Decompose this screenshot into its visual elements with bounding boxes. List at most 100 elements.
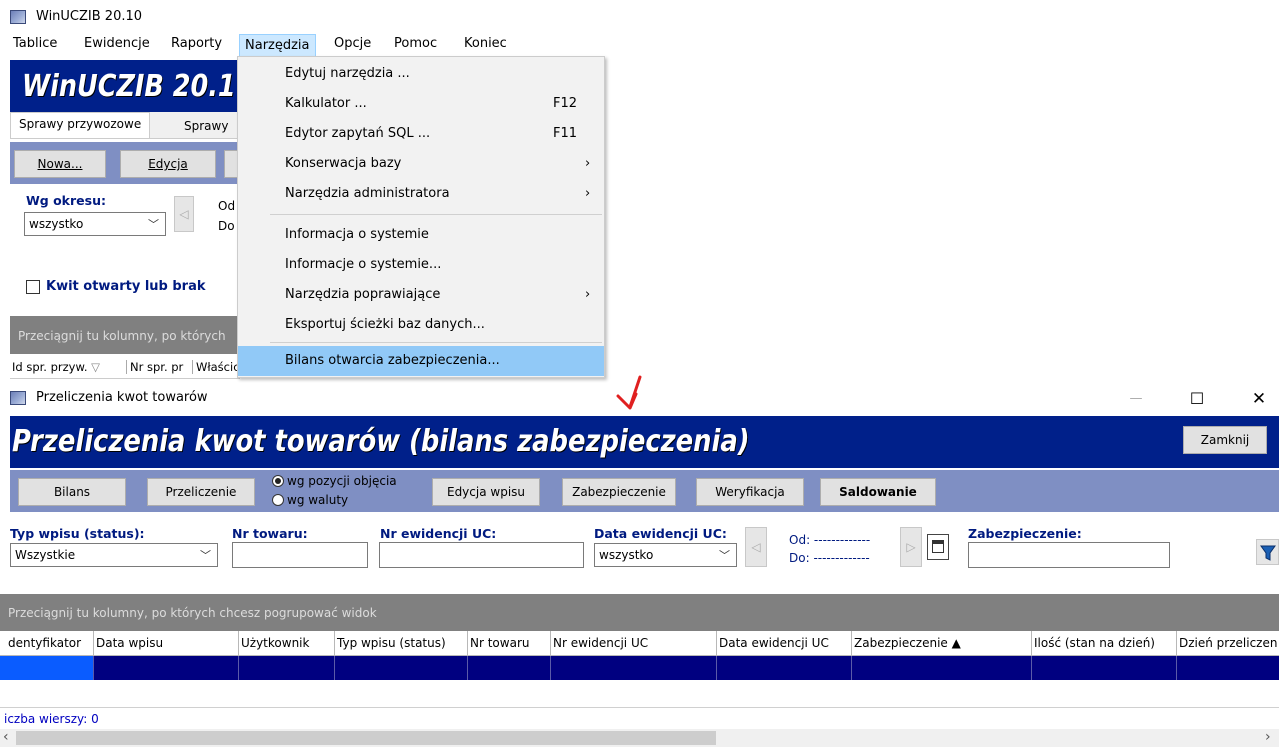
kwit-checkbox[interactable]	[26, 280, 40, 294]
submenu-arrow-icon: ›	[585, 156, 591, 171]
przeliczenie-button[interactable]: Przeliczenie	[147, 478, 255, 506]
scroll-left-icon[interactable]: ‹	[3, 729, 9, 745]
edycja-button[interactable]: Edycja	[120, 150, 216, 178]
col-zabezpieczenie[interactable]: Zabezpieczenie ▲	[851, 631, 1031, 655]
data-ewidencji-select[interactable]: wszystko ﹀	[594, 543, 737, 567]
bilans-button[interactable]: Bilans	[18, 478, 126, 506]
radio-wg-waluty[interactable]: wg waluty	[272, 491, 348, 509]
filter-funnel-icon[interactable]	[1256, 539, 1279, 565]
period-prev-button[interactable]: ◁	[174, 196, 194, 232]
edycja-wpisu-button[interactable]: Edycja wpisu	[432, 478, 540, 506]
zabezpieczenie-button-label: Zabezpieczenie	[572, 485, 666, 499]
sub-toolbar: Bilans Przeliczenie wg pozycji objęcia w…	[10, 470, 1279, 512]
col-wlasciciel[interactable]: Właścic	[192, 360, 240, 374]
sub-banner-title: Przeliczenia kwot towarów (bilans zabezp…	[12, 424, 750, 459]
menu-item-edytuj-narzedzia[interactable]: Edytuj narzędzia ...	[238, 59, 604, 89]
col-nr-ewidencji[interactable]: Nr ewidencji UC	[550, 631, 716, 655]
tab-sprawy[interactable]: Sprawy	[178, 115, 234, 137]
minimize-button[interactable]: —	[1121, 387, 1151, 411]
col-ilosc[interactable]: Ilość (stan na dzień)	[1031, 631, 1176, 655]
window-title: WinUCZIB 20.10	[36, 9, 143, 24]
bilans-button-label: Bilans	[53, 485, 91, 499]
table-row[interactable]	[0, 656, 1279, 680]
menu-item-narzedzia-administratora[interactable]: Narzędzia administratora ›	[238, 179, 604, 209]
col-dzien-przeliczenia[interactable]: Dzień przeliczen	[1176, 631, 1279, 655]
nr-ewidencji-label: Nr ewidencji UC:	[380, 526, 497, 541]
col-id-spr[interactable]: Id spr. przyw. ▽	[12, 360, 100, 374]
menu-item-shortcut: F11	[553, 126, 578, 141]
app-icon	[10, 10, 26, 24]
row-count: iczba wierszy: 0	[4, 712, 99, 726]
nowa-button[interactable]: Nowa...	[14, 150, 106, 178]
period-select[interactable]: wszystko ﹀	[24, 212, 166, 236]
menu-item-bilans-otwarcia[interactable]: Bilans otwarcia zabezpieczenia...	[238, 346, 604, 376]
col-uzytkownik[interactable]: Użytkownik	[238, 631, 334, 655]
period-od-label: Od	[218, 199, 236, 213]
nr-towaru-input[interactable]	[232, 542, 368, 568]
sub-group-hint: Przeciągnij tu kolumny, po których chces…	[8, 606, 377, 620]
nr-ewidencji-input[interactable]	[379, 542, 584, 568]
col-data-wpisu[interactable]: Data wpisu	[93, 631, 238, 655]
date-next-button[interactable]: ▷	[900, 527, 922, 567]
col-nr-towaru[interactable]: Nr towaru	[467, 631, 550, 655]
main-group-panel: Przeciągnij tu kolumny, po których	[10, 316, 240, 354]
row-cell	[716, 656, 851, 680]
menu-item-narzedzia-poprawiajace[interactable]: Narzędzia poprawiające ›	[238, 280, 604, 310]
menu-tablice[interactable]: Tablice	[13, 36, 57, 51]
col-identyfikator[interactable]: dentyfikator	[0, 631, 93, 655]
edycja-button-label: Edycja	[148, 157, 188, 171]
saldowanie-button-label: Saldowanie	[839, 485, 917, 499]
maximize-button[interactable]: ☐	[1182, 387, 1212, 411]
menu-narzedzia[interactable]: Narzędzia	[239, 34, 316, 58]
menu-item-label: Konserwacja bazy	[285, 156, 402, 171]
col-id-spr-label: Id spr. przyw.	[12, 360, 88, 374]
main-banner: WinUCZIB 20.1	[10, 60, 240, 112]
menu-pomoc[interactable]: Pomoc	[394, 36, 437, 51]
sub-window: Przeliczenia kwot towarów — ☐ ✕ Przelicz…	[0, 383, 1279, 749]
date-prev-button[interactable]: ◁	[745, 527, 767, 567]
menu-item-informacja-o-systemie[interactable]: Informacja o systemie	[238, 220, 604, 250]
typ-wpisu-label: Typ wpisu (status):	[10, 526, 145, 541]
menu-item-informacje-o-systemie[interactable]: Informacje o systemie...	[238, 250, 604, 280]
col-data-ewidencji[interactable]: Data ewidencji UC	[716, 631, 851, 655]
horizontal-scrollbar[interactable]: ‹ ›	[0, 729, 1279, 747]
radio-wg-pozycji[interactable]: wg pozycji objęcia	[272, 472, 397, 490]
menu-item-label: Bilans otwarcia zabezpieczenia...	[285, 353, 500, 368]
saldowanie-button[interactable]: Saldowanie	[820, 478, 936, 506]
main-tabstrip: Sprawy przywozowe Sprawy	[10, 112, 240, 139]
grid-header: dentyfikator Data wpisu Użytkownik Typ w…	[0, 631, 1279, 656]
minimize-icon: —	[1129, 391, 1143, 406]
typ-wpisu-select[interactable]: Wszystkie ﹀	[10, 543, 218, 567]
menu-item-shortcut: F12	[553, 96, 578, 111]
menu-koniec[interactable]: Koniec	[464, 36, 507, 51]
scroll-right-icon[interactable]: ›	[1265, 729, 1271, 745]
row-cell	[1031, 656, 1176, 680]
row-cell	[550, 656, 716, 680]
sub-group-panel: Przeciągnij tu kolumny, po których chces…	[0, 594, 1279, 632]
weryfikacja-button[interactable]: Weryfikacja	[696, 478, 804, 506]
col-typ-wpisu[interactable]: Typ wpisu (status)	[334, 631, 467, 655]
scrollbar-thumb[interactable]	[16, 731, 716, 745]
row-cell	[93, 656, 238, 680]
menu-raporty[interactable]: Raporty	[171, 36, 222, 51]
calendar-icon[interactable]	[927, 534, 949, 560]
menu-ewidencje[interactable]: Ewidencje	[84, 36, 150, 51]
main-grid-header: Id spr. przyw. ▽ Nr spr. pr Właścic	[10, 356, 240, 379]
zamknij-button[interactable]: Zamknij	[1183, 426, 1267, 454]
zabezpieczenie-button[interactable]: Zabezpieczenie	[562, 478, 676, 506]
period-label: Wg okresu:	[26, 193, 106, 208]
col-nr-spr[interactable]: Nr spr. pr	[126, 360, 184, 374]
menu-item-edytor-sql[interactable]: Edytor zapytań SQL ... F11	[238, 119, 604, 149]
typ-wpisu-value: Wszystkie	[15, 548, 76, 562]
date-od: Od: -------------	[789, 533, 871, 547]
menu-item-konserwacja-bazy[interactable]: Konserwacja bazy ›	[238, 149, 604, 179]
menu-item-kalkulator[interactable]: Kalkulator ... F12	[238, 89, 604, 119]
tab-sprawy-przywozowe[interactable]: Sprawy przywozowe	[10, 112, 151, 138]
menu-opcje[interactable]: Opcje	[334, 36, 371, 51]
close-window-button[interactable]: ✕	[1244, 387, 1274, 411]
menu-item-eksportuj-sciezki[interactable]: Eksportuj ścieżki baz danych...	[238, 310, 604, 340]
menu-item-label: Informacja o systemie	[285, 227, 429, 242]
zabezpieczenie-input[interactable]	[968, 542, 1170, 568]
nowa-button-label: Nowa...	[37, 157, 83, 171]
narzedzia-dropdown: Edytuj narzędzia ... Kalkulator ... F12 E…	[237, 56, 605, 378]
